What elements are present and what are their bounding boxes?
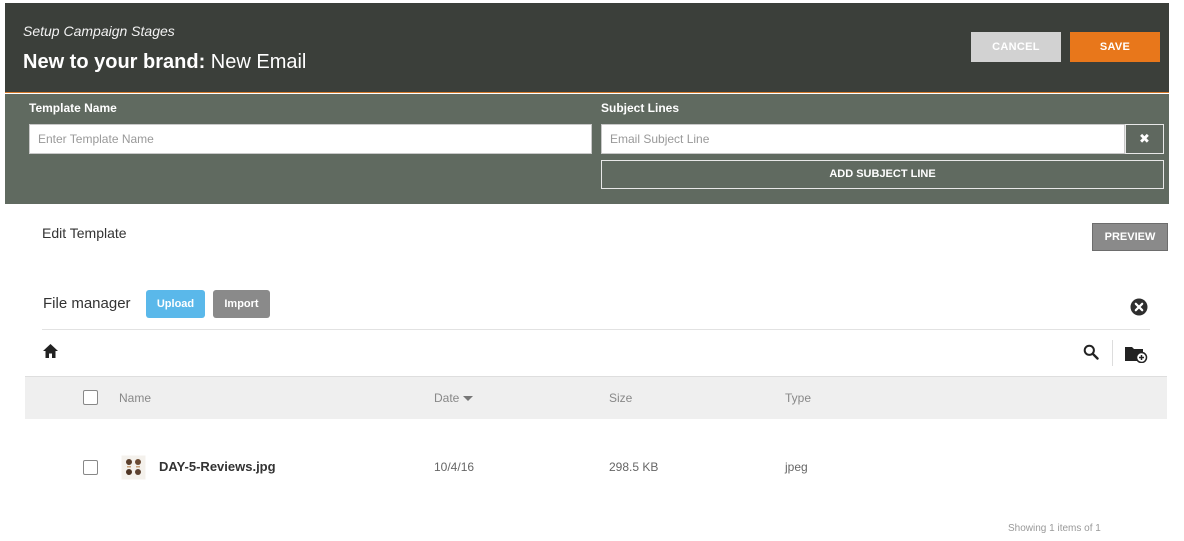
preview-button[interactable]: PREVIEW bbox=[1092, 223, 1168, 251]
column-header-date-label: Date bbox=[434, 391, 460, 405]
close-circle-icon[interactable] bbox=[1130, 298, 1148, 316]
file-date: 10/4/16 bbox=[434, 460, 475, 474]
row-checkbox[interactable] bbox=[83, 460, 98, 475]
upload-button[interactable]: Upload bbox=[146, 290, 205, 318]
home-icon[interactable] bbox=[42, 343, 59, 359]
image-thumbnail-icon bbox=[121, 455, 146, 480]
subject-line-input[interactable]: Email Subject Line bbox=[601, 124, 1125, 154]
toolbar-divider bbox=[1112, 340, 1113, 366]
subject-lines-label: Subject Lines bbox=[601, 101, 680, 115]
new-folder-icon[interactable] bbox=[1124, 345, 1148, 363]
pagination-status: Showing 1 items of 1 bbox=[1008, 523, 1101, 534]
save-button[interactable]: SAVE bbox=[1070, 32, 1160, 62]
select-all-checkbox[interactable] bbox=[83, 390, 98, 405]
page-subtitle: Setup Campaign Stages bbox=[23, 23, 175, 39]
column-header-size[interactable]: Size bbox=[609, 391, 632, 405]
column-header-type[interactable]: Type bbox=[785, 391, 811, 405]
import-button[interactable]: Import bbox=[213, 290, 270, 318]
add-subject-line-button[interactable]: ADD SUBJECT LINE bbox=[601, 160, 1164, 189]
page-title-rest: New Email bbox=[205, 51, 307, 73]
file-manager-title: File manager bbox=[43, 295, 131, 312]
edit-template-label: Edit Template bbox=[42, 225, 127, 241]
file-table-header: Name Date Size Type bbox=[25, 376, 1167, 419]
template-name-input[interactable]: Enter Template Name bbox=[29, 124, 592, 154]
template-name-label: Template Name bbox=[29, 101, 117, 115]
search-icon[interactable] bbox=[1083, 344, 1099, 360]
page-title-bold: New to your brand: bbox=[23, 51, 206, 73]
page-title: New to your brand: New Email bbox=[23, 51, 306, 74]
column-header-date[interactable]: Date bbox=[434, 391, 474, 405]
column-header-name[interactable]: Name bbox=[119, 391, 151, 405]
close-icon: ✖ bbox=[1139, 131, 1150, 146]
template-form: Template Name Subject Lines Enter Templa… bbox=[5, 94, 1169, 204]
file-manager-divider bbox=[42, 329, 1150, 330]
sort-descending-icon bbox=[463, 396, 474, 402]
cancel-button[interactable]: CANCEL bbox=[971, 32, 1061, 62]
file-type: jpeg bbox=[785, 460, 808, 474]
remove-subject-button[interactable]: ✖ bbox=[1125, 124, 1164, 154]
file-name[interactable]: DAY-5-Reviews.jpg bbox=[159, 459, 276, 474]
file-size: 298.5 KB bbox=[609, 460, 659, 474]
page-header: Setup Campaign Stages New to your brand:… bbox=[5, 3, 1169, 93]
